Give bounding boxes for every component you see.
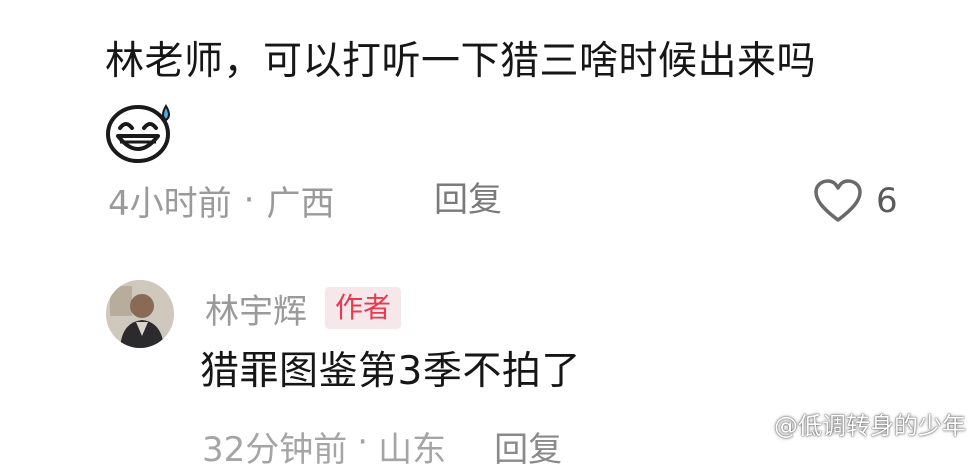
reply-time: 32分钟前 xyxy=(202,430,348,470)
author-name[interactable]: 林宇辉 xyxy=(205,284,307,333)
comment-item: 林老师，可以打听一下猎三啥时候出来吗 4小时前 · 广西 回复 6 xyxy=(0,0,974,240)
grinning-sweat-emoji-icon xyxy=(106,104,170,163)
reply-meta: 32分钟前 · 山东 回复 xyxy=(202,422,562,471)
reply-button[interactable]: 回复 xyxy=(434,178,502,222)
comment-time: 4小时前 xyxy=(108,183,232,224)
weibo-icon xyxy=(741,414,766,435)
heart-icon xyxy=(814,179,862,222)
meta-separator: · xyxy=(357,422,369,462)
author-badge: 作者 xyxy=(325,287,402,329)
reply-location: 山东 xyxy=(378,430,447,470)
avatar[interactable] xyxy=(106,280,174,348)
watermark: @低调转身的少年 xyxy=(740,406,966,441)
reply-text: 猎罪图鉴第3季不拍了 xyxy=(200,349,581,394)
watermark-text: @低调转身的少年 xyxy=(774,412,966,440)
comment-text: 林老师，可以打听一下猎三啥时候出来吗 xyxy=(105,39,817,84)
comment-location: 广西 xyxy=(266,183,335,224)
meta-separator: · xyxy=(243,180,255,220)
like-count: 6 xyxy=(876,181,898,221)
comment-meta: 4小时前 · 广西 xyxy=(108,178,335,224)
reply-button[interactable]: 回复 xyxy=(494,422,562,471)
author-row: 林宇辉 作者 xyxy=(205,284,402,333)
like-button[interactable]: 6 xyxy=(812,178,898,224)
